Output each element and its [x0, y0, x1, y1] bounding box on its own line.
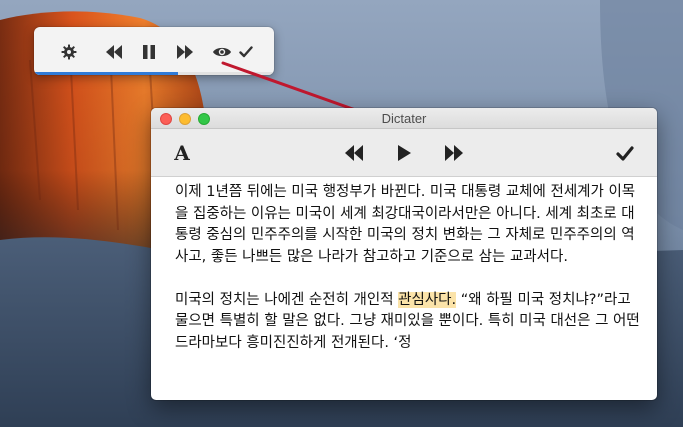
- toolbar: A: [151, 129, 657, 177]
- checkmark-icon[interactable]: [613, 141, 637, 165]
- text-content[interactable]: 이제 1년쯤 뒤에는 미국 행정부가 바뀐다. 미국 대통령 교체에 전세계가 …: [175, 182, 641, 376]
- pause-icon[interactable]: [138, 41, 160, 63]
- mini-player: [34, 27, 274, 75]
- gear-icon[interactable]: [58, 41, 80, 63]
- mini-progress-track[interactable]: [34, 72, 274, 75]
- font-button[interactable]: A: [171, 141, 193, 165]
- mini-progress-fill: [34, 72, 178, 75]
- paragraph: 이제 1년쯤 뒤에는 미국 행정부가 바뀐다. 미국 대통령 교체에 전세계가 …: [175, 184, 636, 265]
- fast-forward-icon[interactable]: [174, 41, 196, 63]
- play-icon[interactable]: [392, 141, 416, 165]
- paragraph-text: 미국의 정치는 나에겐 순전히 개인적: [175, 291, 399, 308]
- title-bar[interactable]: Dictater: [151, 108, 657, 129]
- eye-icon[interactable]: [211, 41, 233, 63]
- paragraph: 미국의 정치는 나에겐 순전히 개인적 관심사다. “왜 하필 미국 정치냐?”…: [175, 290, 641, 355]
- checkmark-icon[interactable]: [235, 41, 257, 63]
- rewind-icon[interactable]: [103, 41, 125, 63]
- window-title: Dictater: [381, 111, 427, 126]
- highlighted-word: 관심사다.: [398, 291, 457, 308]
- fast-forward-icon[interactable]: [442, 141, 466, 165]
- rewind-icon[interactable]: [342, 141, 366, 165]
- dictater-window: Dictater A 이제 1년쯤 뒤에는 미국 행정부가 바뀐다. 미국 대통…: [151, 108, 657, 400]
